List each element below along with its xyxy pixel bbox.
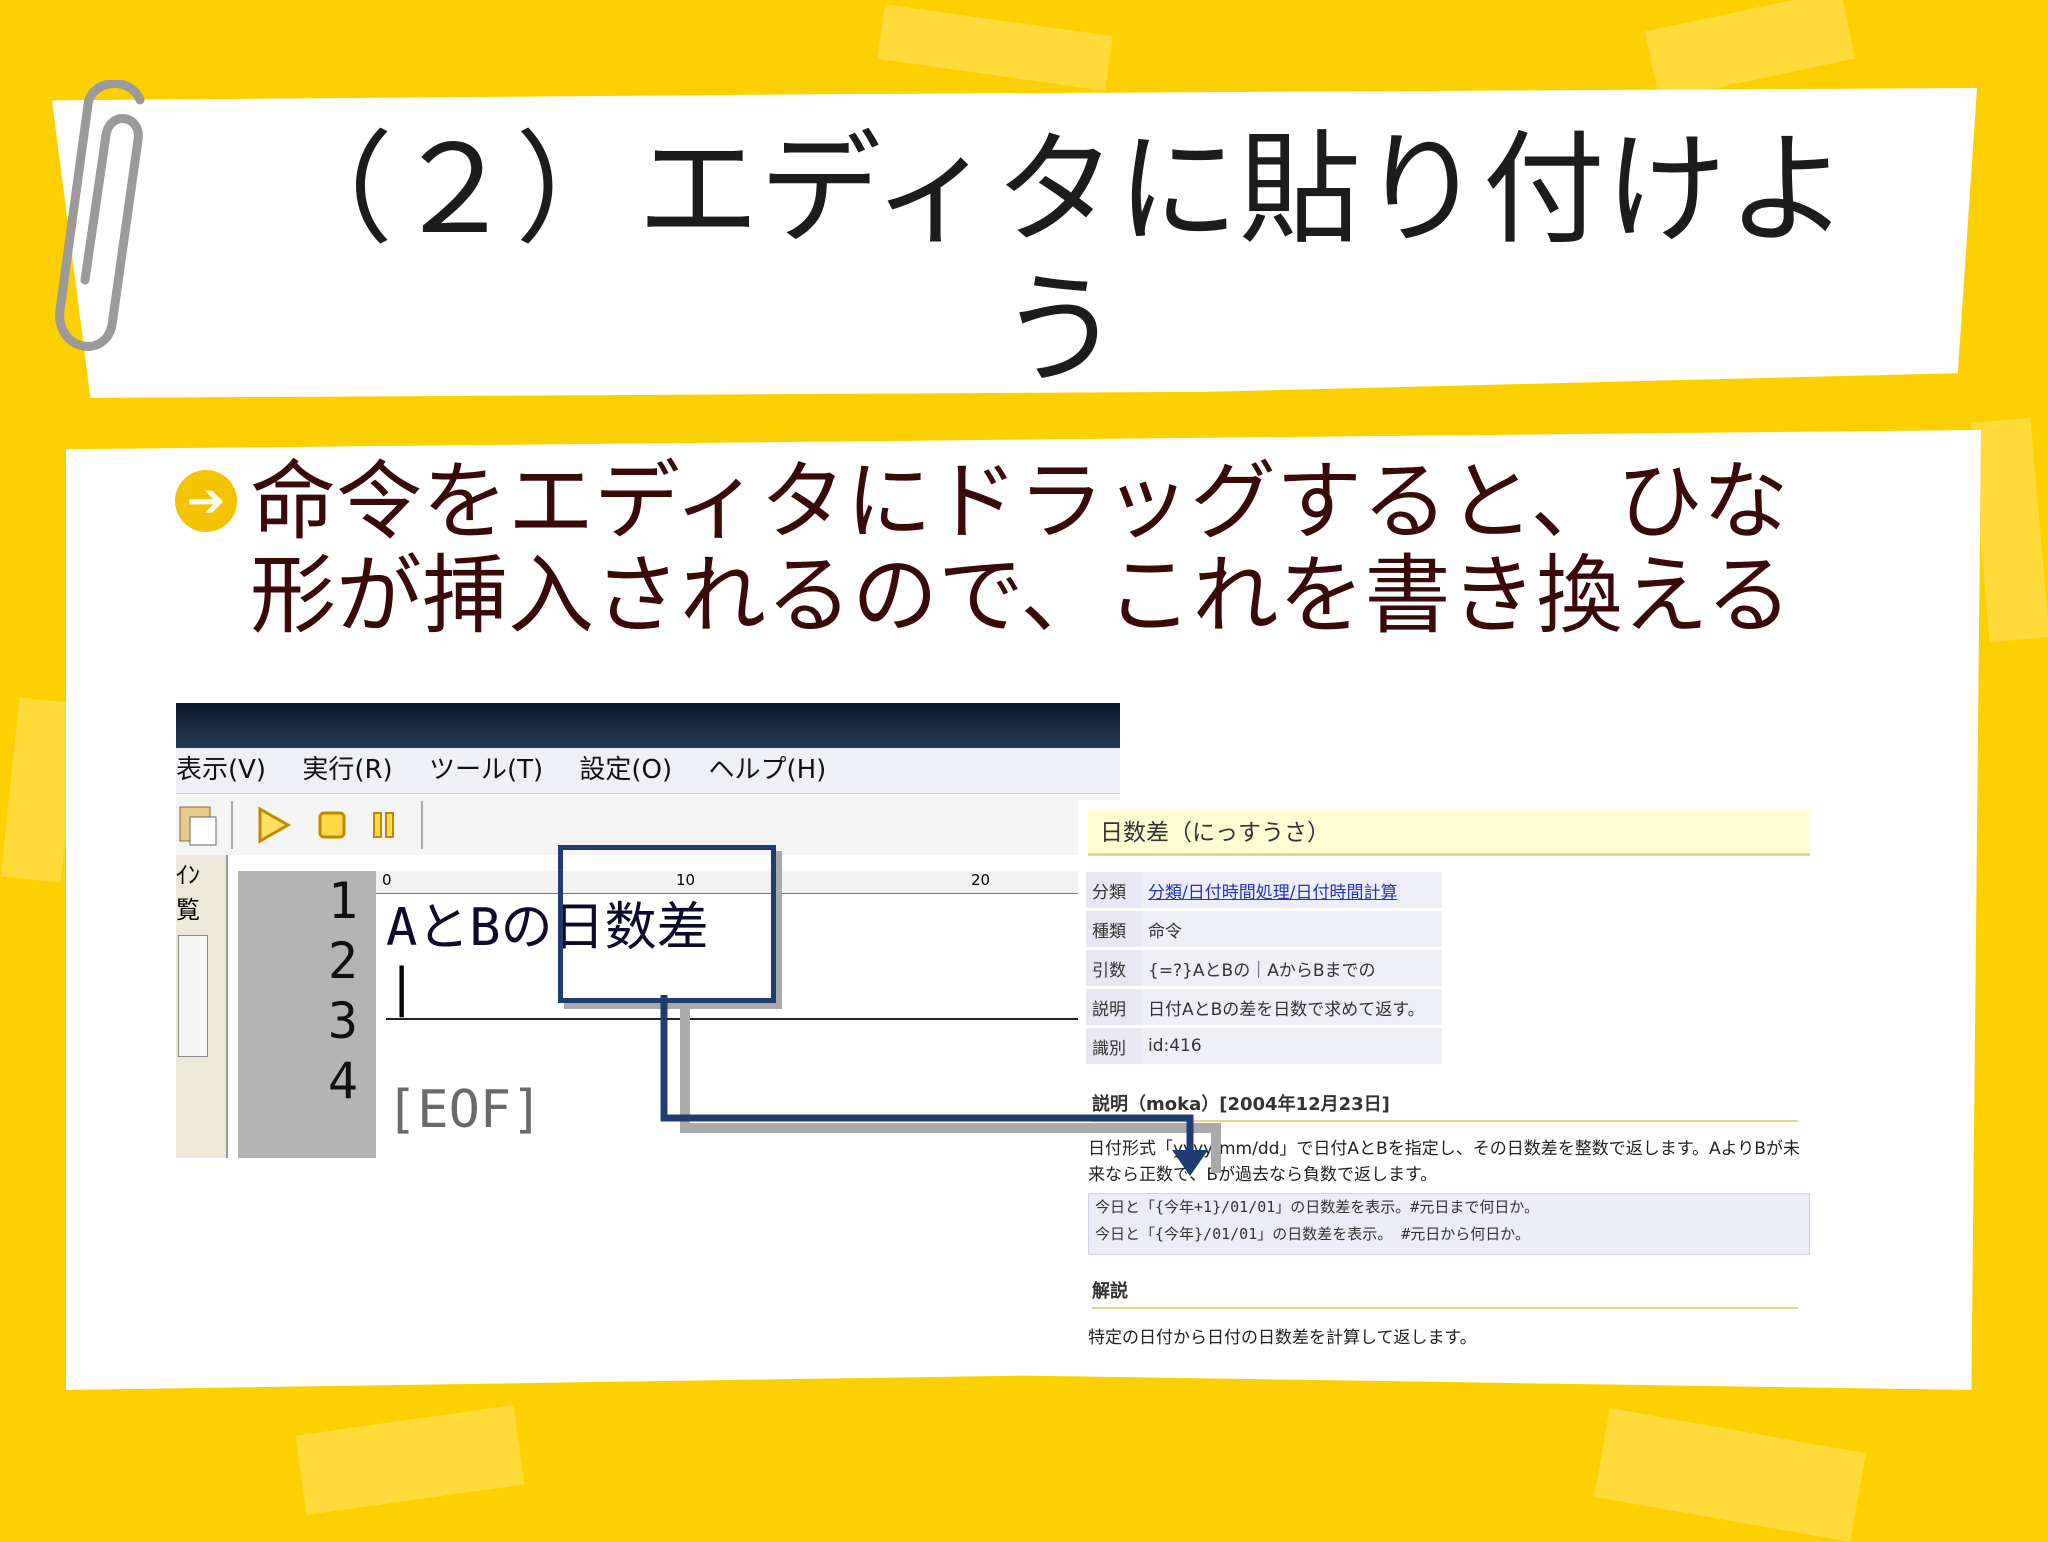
connector-arrow-icon	[660, 995, 1221, 1176]
